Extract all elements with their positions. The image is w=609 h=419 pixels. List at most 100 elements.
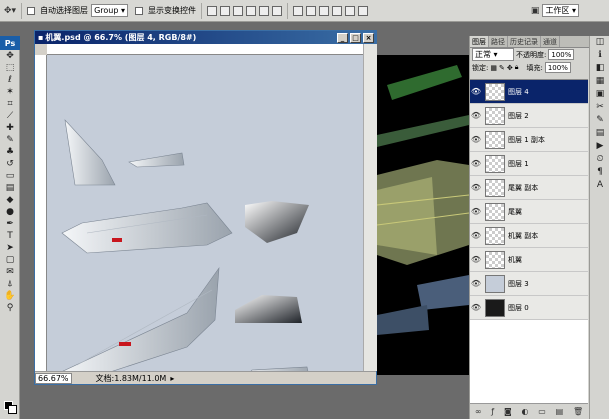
align-bottom-icon[interactable] — [232, 5, 243, 16]
character-icon[interactable]: A — [590, 179, 609, 192]
pen-tool-icon[interactable]: ✒ — [0, 218, 20, 230]
lock-position-icon[interactable]: ✥ — [507, 64, 513, 72]
layer-row[interactable]: 👁︎ 图层 2 — [470, 104, 588, 128]
align-vcenter-icon[interactable] — [219, 5, 230, 16]
visibility-eye-icon[interactable]: 👁︎ — [470, 183, 482, 192]
eraser-tool-icon[interactable]: ▭ — [0, 170, 20, 182]
lock-pixels-icon[interactable]: ✎ — [499, 64, 505, 72]
align-hcenter-icon[interactable] — [258, 5, 269, 16]
move-tool-icon[interactable]: ✥▾ — [4, 3, 16, 19]
blend-mode-dropdown[interactable]: 正常 ▾ — [472, 48, 514, 61]
fill-field[interactable]: 100% — [544, 62, 571, 73]
history-brush-icon[interactable]: ↺ — [0, 158, 20, 170]
dodge-tool-icon[interactable]: ● — [0, 206, 20, 218]
tab-channels[interactable]: 通道 — [541, 36, 560, 47]
crop-tool-icon[interactable]: ⌗ — [0, 98, 20, 110]
background-document[interactable] — [377, 55, 469, 375]
background-color-swatch[interactable] — [8, 405, 17, 414]
brushes-icon[interactable]: ✎ — [590, 114, 609, 127]
visibility-eye-icon[interactable]: 👁︎ — [470, 255, 482, 264]
layer-row[interactable]: 👁︎ 尾翼 — [470, 200, 588, 224]
vertical-scrollbar[interactable] — [363, 44, 377, 371]
swatches-icon[interactable]: ▦ — [590, 75, 609, 88]
distribute-vcenter-icon[interactable] — [305, 5, 316, 16]
layer-style-icon[interactable]: ƒ — [491, 407, 494, 416]
history-icon[interactable]: ⏲ — [590, 153, 609, 166]
tab-history[interactable]: 历史记录 — [508, 36, 541, 47]
type-tool-icon[interactable]: T — [0, 230, 20, 242]
workspace-button[interactable]: 工作区 ▾ — [542, 4, 579, 17]
layer-row[interactable]: 👁︎ 图层 0 — [470, 296, 588, 320]
visibility-eye-icon[interactable]: 👁︎ — [470, 279, 482, 288]
close-button[interactable]: × — [363, 32, 374, 43]
notes-tool-icon[interactable]: ✉ — [0, 266, 20, 278]
layer-mask-icon[interactable]: ◙ — [504, 407, 512, 416]
visibility-eye-icon[interactable]: 👁︎ — [470, 231, 482, 240]
layer-row[interactable]: 👁︎ 图层 1 副本 — [470, 128, 588, 152]
layer-row[interactable]: 👁︎ 机翼 — [470, 248, 588, 272]
paragraph-icon[interactable]: ¶ — [590, 166, 609, 179]
color-icon[interactable]: ◧ — [590, 62, 609, 75]
visibility-eye-icon[interactable]: 👁︎ — [470, 303, 482, 312]
status-arrow-icon[interactable]: ▸ — [170, 374, 174, 383]
move-tool-icon[interactable]: ✥ — [0, 50, 20, 62]
distribute-right-icon[interactable] — [357, 5, 368, 16]
slice-tool-icon[interactable]: ⟋ — [0, 110, 20, 122]
info-icon[interactable]: ℹ — [590, 49, 609, 62]
distribute-hcenter-icon[interactable] — [344, 5, 355, 16]
layer-row[interactable]: 👁︎ 图层 3 — [470, 272, 588, 296]
tab-layers[interactable]: 图层 — [470, 36, 489, 47]
zoom-tool-icon[interactable]: ⚲ — [0, 302, 20, 314]
tool-presets-icon[interactable]: ✂ — [590, 101, 609, 114]
styles-icon[interactable]: ▣ — [590, 88, 609, 101]
visibility-eye-icon[interactable]: 👁︎ — [470, 207, 482, 216]
maximize-button[interactable]: □ — [350, 32, 361, 43]
lock-transparent-icon[interactable]: ▦ — [490, 64, 497, 72]
marquee-tool-icon[interactable]: ⬚ — [0, 62, 20, 74]
tab-paths[interactable]: 路径 — [489, 36, 508, 47]
navigator-icon[interactable]: ◫ — [590, 36, 609, 49]
auto-select-dropdown[interactable]: Group ▾ — [91, 4, 128, 17]
show-transform-checkbox[interactable] — [134, 6, 143, 15]
magic-wand-icon[interactable]: ✶ — [0, 86, 20, 98]
align-left-icon[interactable] — [245, 5, 256, 16]
actions-icon[interactable]: ▶ — [590, 140, 609, 153]
healing-brush-icon[interactable]: ✚ — [0, 122, 20, 134]
visibility-eye-icon[interactable]: 👁︎ — [470, 135, 482, 144]
shape-tool-icon[interactable]: ▢ — [0, 254, 20, 266]
distribute-top-icon[interactable] — [292, 5, 303, 16]
separator — [200, 2, 202, 19]
layer-row[interactable]: 👁︎ 图层 1 — [470, 152, 588, 176]
distribute-left-icon[interactable] — [331, 5, 342, 16]
visibility-eye-icon[interactable]: 👁︎ — [470, 159, 482, 168]
gradient-tool-icon[interactable]: ▤ — [0, 182, 20, 194]
align-top-icon[interactable] — [206, 5, 217, 16]
auto-select-checkbox[interactable] — [27, 6, 36, 15]
document-canvas[interactable] — [47, 55, 363, 371]
eyedropper-icon[interactable]: ⍋ — [0, 278, 20, 290]
layer-row[interactable]: 👁︎ 图层 4 — [470, 80, 588, 104]
layer-comps-icon[interactable]: ▤ — [590, 127, 609, 140]
zoom-field[interactable]: 66.67% — [35, 372, 72, 384]
distribute-bottom-icon[interactable] — [318, 5, 329, 16]
minimize-button[interactable]: _ — [337, 32, 348, 43]
opacity-field[interactable]: 100% — [548, 49, 575, 60]
lock-all-icon[interactable]: 🔒︎ — [515, 63, 519, 72]
align-right-icon[interactable] — [271, 5, 282, 16]
adjustment-layer-icon[interactable]: ◐ — [522, 407, 529, 416]
link-layers-icon[interactable]: ∞ — [475, 407, 482, 416]
layer-row[interactable]: 👁︎ 尾翼 副本 — [470, 176, 588, 200]
path-select-icon[interactable]: ➤ — [0, 242, 20, 254]
blur-tool-icon[interactable]: ◆ — [0, 194, 20, 206]
stamp-tool-icon[interactable]: ♣ — [0, 146, 20, 158]
hand-tool-icon[interactable]: ✋ — [0, 290, 20, 302]
delete-layer-icon[interactable]: 🗑︎ — [573, 407, 583, 416]
bridge-icon[interactable]: ▣ — [531, 3, 540, 19]
layer-row[interactable]: 👁︎ 机翼 副本 — [470, 224, 588, 248]
lasso-tool-icon[interactable]: ℓ — [0, 74, 20, 86]
new-group-icon[interactable]: ▭ — [538, 407, 546, 416]
visibility-eye-icon[interactable]: 👁︎ — [470, 111, 482, 120]
visibility-eye-icon[interactable]: 👁︎ — [470, 87, 482, 96]
brush-tool-icon[interactable]: ✎ — [0, 134, 20, 146]
new-layer-icon[interactable]: ▤ — [556, 407, 564, 416]
